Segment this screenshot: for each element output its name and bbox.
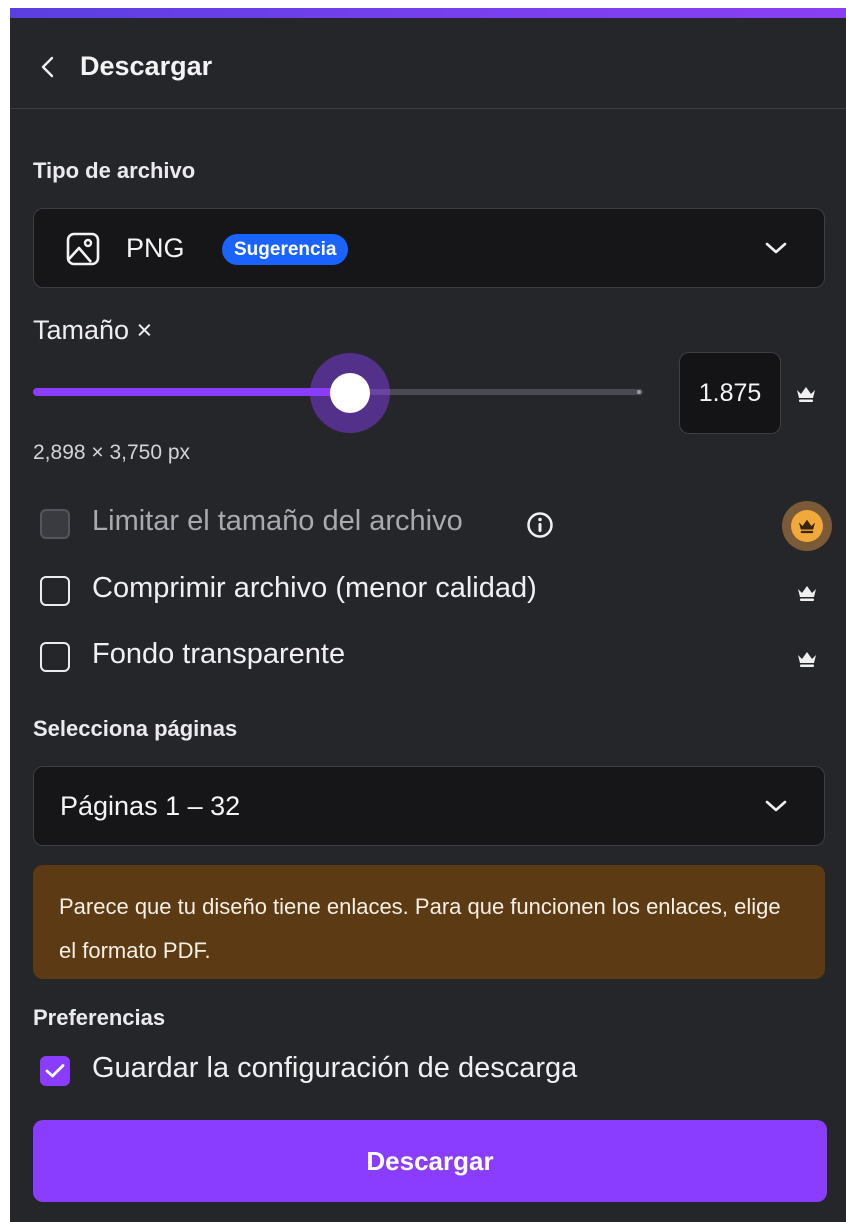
top-accent-bar xyxy=(10,8,846,18)
save-settings-label: Guardar la configuración de descarga xyxy=(92,1052,578,1084)
size-input[interactable]: 1.875 xyxy=(679,352,781,434)
crown-icon xyxy=(798,652,816,667)
size-slider[interactable] xyxy=(33,353,645,433)
pages-select[interactable]: Páginas 1 – 32 xyxy=(33,766,825,846)
limit-size-checkbox[interactable] xyxy=(40,509,70,539)
crown-icon xyxy=(797,387,815,402)
transparent-bg-checkbox[interactable] xyxy=(40,642,70,672)
preferences-label: Preferencias xyxy=(33,1005,166,1030)
compress-option[interactable]: Comprimir archivo (menor calidad) xyxy=(40,572,600,612)
chevron-down-icon xyxy=(765,242,787,254)
slider-thumb[interactable] xyxy=(330,373,370,413)
file-type-value: PNG xyxy=(126,233,185,263)
slider-end-dot xyxy=(637,390,641,394)
crown-icon xyxy=(798,586,816,601)
suggestion-badge: Sugerencia xyxy=(222,234,349,265)
pages-value: Páginas 1 – 32 xyxy=(60,791,241,821)
compress-checkbox[interactable] xyxy=(40,576,70,606)
pdf-links-notice: Parece que tu diseño tiene enlaces. Para… xyxy=(33,865,825,979)
size-label: Tamaño × xyxy=(33,315,153,345)
crown-icon xyxy=(799,519,815,534)
download-panel: Descargar Tipo de archivo PNG Sugerencia… xyxy=(10,18,846,1222)
limit-size-label: Limitar el tamaño del archivo xyxy=(92,505,463,537)
image-file-icon xyxy=(66,232,100,266)
download-button[interactable]: Descargar xyxy=(33,1120,827,1202)
info-icon[interactable] xyxy=(526,511,554,539)
back-arrow-icon[interactable] xyxy=(40,56,56,78)
save-settings-option[interactable]: Guardar la configuración de descarga xyxy=(40,1052,630,1092)
size-dimensions: 2,898 × 3,750 px xyxy=(33,441,191,464)
slider-fill xyxy=(33,388,350,396)
transparent-bg-label: Fondo transparente xyxy=(92,638,346,670)
file-type-label: Tipo de archivo xyxy=(33,158,196,183)
file-type-select[interactable]: PNG Sugerencia xyxy=(33,208,825,288)
limit-size-option[interactable]: Limitar el tamaño del archivo xyxy=(40,505,560,545)
transparent-bg-option[interactable]: Fondo transparente xyxy=(40,638,400,678)
premium-crown-badge[interactable] xyxy=(782,501,832,551)
compress-label: Comprimir archivo (menor calidad) xyxy=(92,572,537,604)
panel-title: Descargar xyxy=(80,51,213,81)
chevron-down-icon xyxy=(765,800,787,812)
pages-section-label: Selecciona páginas xyxy=(33,716,238,741)
save-settings-checkbox[interactable] xyxy=(40,1056,70,1086)
panel-header: Descargar xyxy=(10,18,846,109)
checkmark-icon xyxy=(45,1064,65,1078)
